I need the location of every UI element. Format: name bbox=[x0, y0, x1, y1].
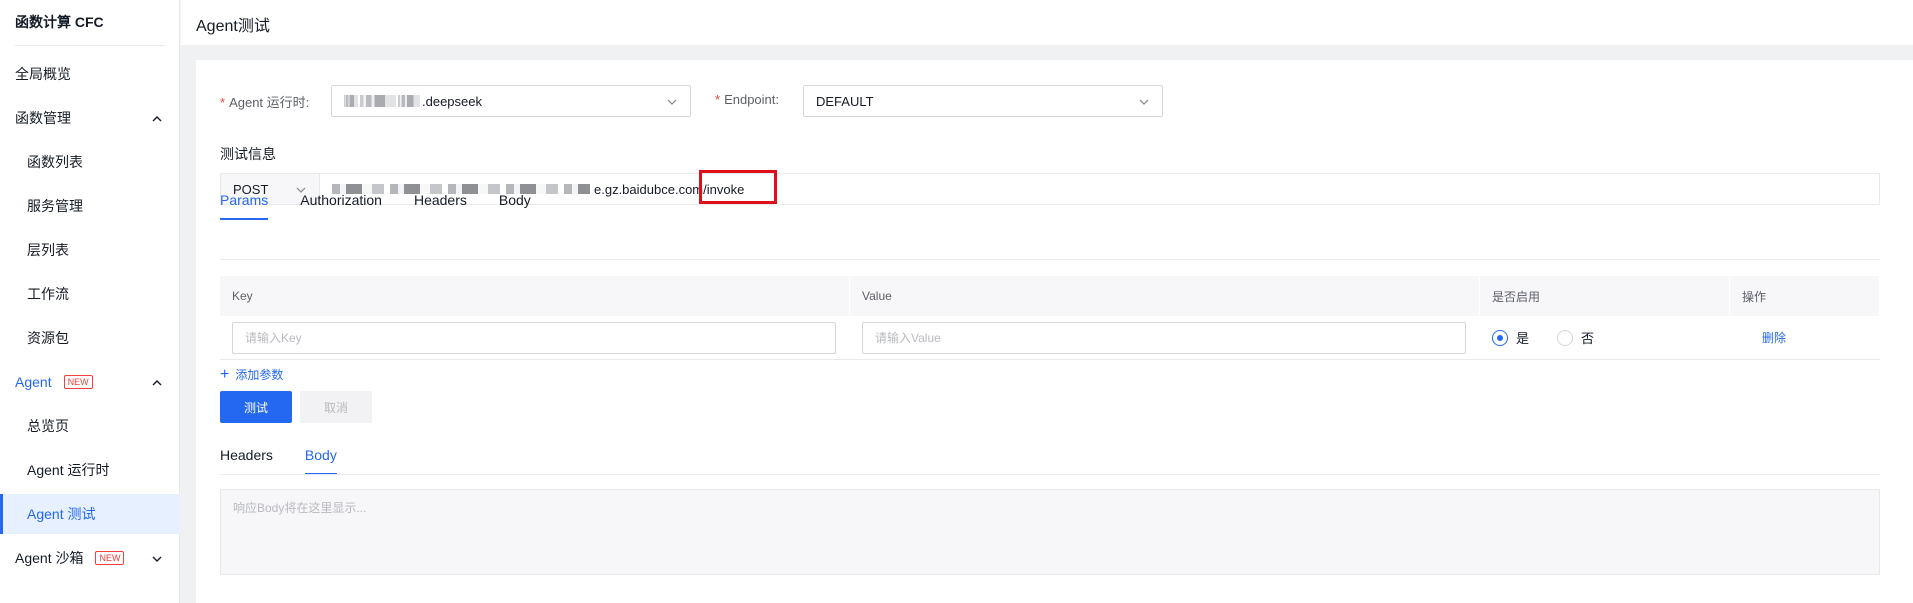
endpoint-value: DEFAULT bbox=[816, 93, 874, 109]
chevron-down-icon bbox=[150, 552, 164, 566]
sidebar-divider bbox=[15, 45, 165, 46]
enabled-no-radio[interactable]: 否 bbox=[1557, 328, 1594, 347]
column-header-key: Key bbox=[220, 276, 850, 316]
response-body-area[interactable]: 响应Body将在这里显示... bbox=[220, 489, 1880, 575]
sidebar-group-agent[interactable]: Agent NEW bbox=[0, 362, 180, 402]
redacted-text bbox=[360, 95, 396, 107]
params-table: Key Value 是否启用 操作 是 否 删除 bbox=[220, 276, 1880, 360]
sidebar-item-label: 层列表 bbox=[27, 242, 69, 258]
table-header: Key Value 是否启用 操作 bbox=[220, 276, 1880, 316]
page-title: Agent测试 bbox=[196, 18, 270, 35]
redacted-text bbox=[398, 95, 420, 107]
sidebar-group-agent-sandbox[interactable]: Agent 沙箱 NEW bbox=[0, 538, 180, 578]
main-panel: * Agent 运行时: .deepseek * Endpoint: DEFAULT… bbox=[196, 60, 1913, 603]
sidebar-item-agent-runtime[interactable]: Agent 运行时 bbox=[0, 450, 180, 490]
redacted-text bbox=[344, 95, 358, 107]
sidebar-item-label: Agent bbox=[15, 374, 52, 390]
response-tabs: Headers Body bbox=[220, 443, 337, 475]
sidebar-item-label: 函数列表 bbox=[27, 154, 83, 170]
column-header-enabled: 是否启用 bbox=[1480, 276, 1730, 316]
endpoint-label: * Endpoint: bbox=[715, 92, 779, 107]
delete-link[interactable]: 删除 bbox=[1762, 329, 1786, 346]
value-input[interactable] bbox=[862, 321, 1466, 354]
cancel-button[interactable]: 取消 bbox=[300, 391, 372, 423]
column-header-value: Value bbox=[850, 276, 1480, 316]
sidebar-item-label: 工作流 bbox=[27, 286, 69, 302]
tabs-divider bbox=[220, 474, 1880, 475]
sidebar-title: 函数计算 CFC bbox=[15, 14, 104, 30]
table-row: 是 否 删除 bbox=[220, 316, 1880, 360]
request-tabs: Params Authorization Headers Body bbox=[220, 188, 531, 220]
sidebar-item-label: 资源包 bbox=[27, 330, 69, 346]
sidebar-item-label: 函数管理 bbox=[15, 110, 71, 126]
sidebar-item-agent-test[interactable]: Agent 测试 bbox=[0, 494, 180, 534]
sidebar: 函数计算 CFC 全局概览 函数管理 函数列表 服务管理 层列表 工作流 资源包… bbox=[0, 0, 180, 603]
sidebar-item-service-management[interactable]: 服务管理 bbox=[0, 186, 180, 226]
add-param-button[interactable]: + 添加参数 bbox=[220, 366, 283, 383]
column-header-action: 操作 bbox=[1730, 276, 1880, 316]
sidebar-item-layer-list[interactable]: 层列表 bbox=[0, 230, 180, 270]
sidebar-item-label: Agent 沙箱 bbox=[15, 550, 84, 566]
tab-authorization[interactable]: Authorization bbox=[300, 188, 382, 220]
new-badge: NEW bbox=[95, 551, 125, 565]
tab-response-body[interactable]: Body bbox=[304, 443, 337, 475]
sidebar-item-label: 全局概览 bbox=[15, 66, 71, 82]
chevron-up-icon bbox=[150, 112, 164, 126]
page-header: Agent测试 bbox=[181, 0, 1913, 45]
tab-params[interactable]: Params bbox=[220, 188, 269, 220]
runtime-label: * Agent 运行时: bbox=[220, 95, 310, 110]
test-button[interactable]: 测试 bbox=[220, 391, 292, 423]
sidebar-item-label: Agent 运行时 bbox=[27, 462, 110, 478]
tab-body[interactable]: Body bbox=[499, 188, 531, 220]
sidebar-item-overview[interactable]: 全局概览 bbox=[0, 54, 180, 94]
chevron-down-icon bbox=[666, 96, 678, 108]
plus-icon: + bbox=[220, 365, 230, 383]
sidebar-item-resource-package[interactable]: 资源包 bbox=[0, 318, 180, 358]
sidebar-item-workflow[interactable]: 工作流 bbox=[0, 274, 180, 314]
endpoint-select[interactable]: DEFAULT bbox=[803, 85, 1163, 117]
chevron-up-icon bbox=[150, 376, 164, 390]
runtime-value: .deepseek bbox=[422, 93, 482, 109]
sidebar-item-label: 总览页 bbox=[27, 418, 69, 434]
url-value: e.gz.baidubce.com/invoke bbox=[594, 181, 745, 197]
sidebar-item-agent-overview[interactable]: 总览页 bbox=[0, 406, 180, 446]
chevron-down-icon bbox=[1138, 96, 1150, 108]
tab-headers[interactable]: Headers bbox=[414, 188, 467, 220]
new-badge: NEW bbox=[63, 375, 93, 389]
test-info-title: 测试信息 bbox=[220, 146, 276, 162]
key-input[interactable] bbox=[232, 321, 836, 354]
runtime-select[interactable]: .deepseek bbox=[331, 85, 691, 117]
enabled-yes-radio[interactable]: 是 bbox=[1492, 328, 1529, 347]
sidebar-item-label: 服务管理 bbox=[27, 198, 83, 214]
sidebar-item-label: Agent 测试 bbox=[27, 506, 96, 522]
tab-response-headers[interactable]: Headers bbox=[220, 443, 273, 475]
url-input[interactable]: e.gz.baidubce.com/invoke bbox=[320, 173, 1880, 205]
sidebar-group-function-management[interactable]: 函数管理 bbox=[0, 98, 180, 138]
tabs-divider bbox=[220, 259, 1880, 260]
sidebar-item-function-list[interactable]: 函数列表 bbox=[0, 142, 180, 182]
